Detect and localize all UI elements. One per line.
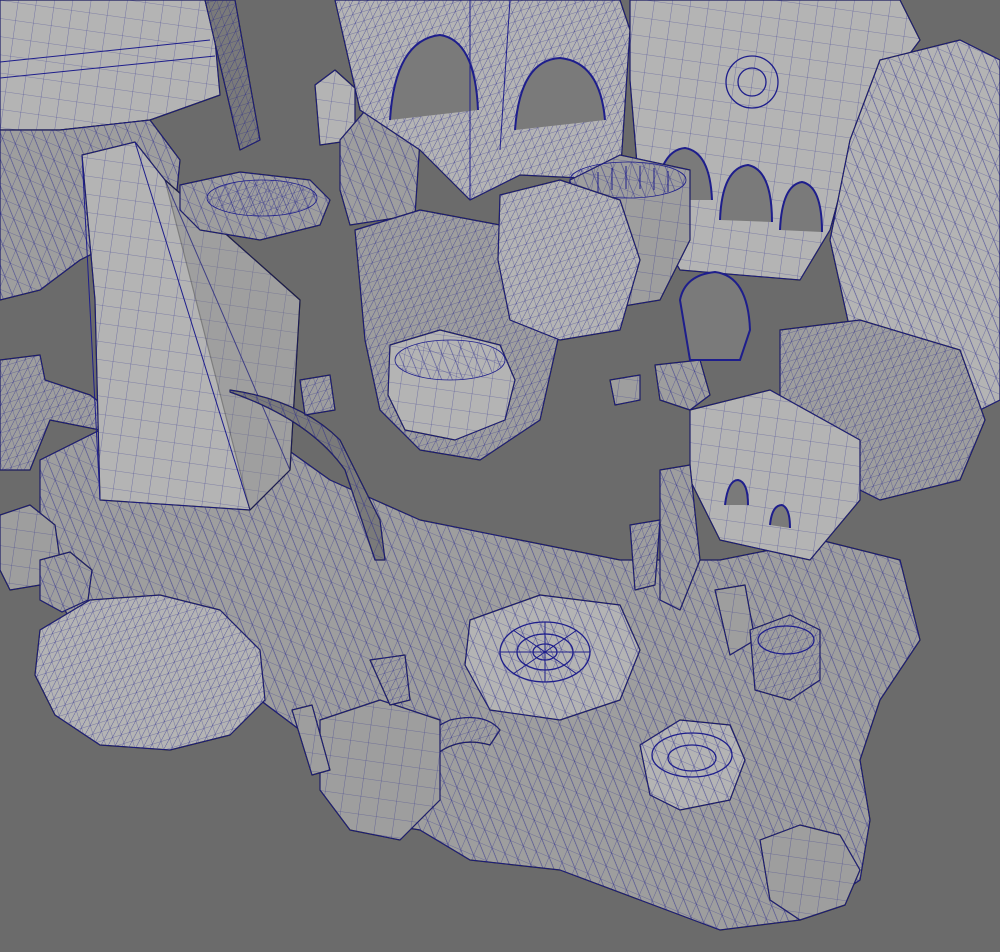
radial-floor-disc — [464, 594, 641, 721]
3d-viewport[interactable] — [0, 0, 1000, 952]
wireframe-scene — [0, 0, 1000, 952]
well-upper — [749, 614, 821, 701]
turret-cluster — [497, 179, 641, 341]
